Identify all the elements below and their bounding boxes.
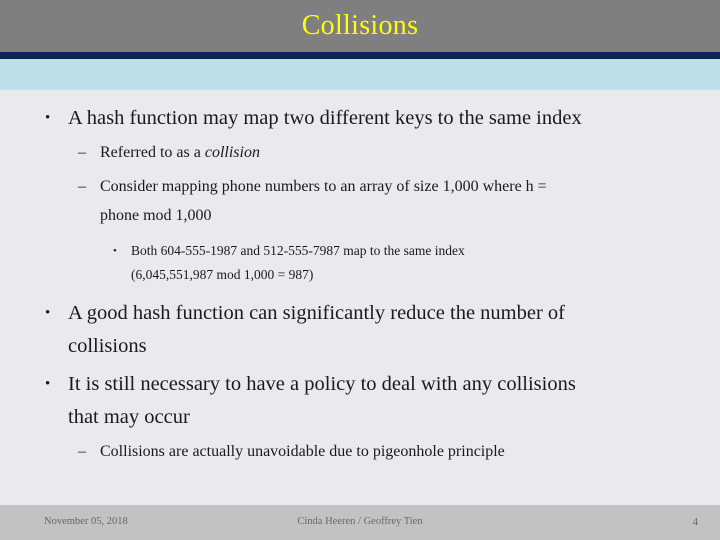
- bullet-text-level2: Referred to as a collision: [100, 142, 260, 164]
- title-divider-rule: [0, 52, 720, 59]
- bullet-text-level1-line2: collisions: [68, 335, 147, 357]
- bullet-text-level1-line1: A good hash function can significantly r…: [68, 302, 565, 324]
- bullet-text-emphasis: collision: [204, 144, 260, 161]
- bullet-marker-level3: •: [113, 245, 117, 257]
- bullet-text-level2-line1: Consider mapping phone numbers to an arr…: [100, 178, 547, 195]
- footer-authors: Cinda Heeren / Geoffrey Tien: [297, 516, 423, 527]
- bullet-text-level3-line1: Both 604-555-1987 and 512-555-7987 map t…: [131, 243, 465, 258]
- bullet-text-plain: Referred to as a: [100, 144, 205, 161]
- bullet-text-level2: Collisions are actually unavoidable due …: [100, 443, 505, 460]
- bullet-marker-level2: –: [78, 443, 86, 460]
- bullet-text-level1-line1: It is still necessary to have a policy t…: [68, 373, 576, 395]
- bullet-text-level2-line2: phone mod 1,000: [100, 207, 212, 224]
- slide-footer: November 05, 2018 Cinda Heeren / Geoffre…: [0, 505, 720, 540]
- footer-page-number: 4: [692, 516, 699, 528]
- bullet-text-level3-line2: (6,045,551,987 mod 1,000 = 987): [131, 267, 314, 282]
- bullet-marker-level1: •: [45, 305, 51, 321]
- slide-body: • A hash function may map two different …: [0, 90, 720, 505]
- page-title: Collisions: [301, 10, 419, 41]
- presentation-slide: Collisions • A hash function may map two…: [0, 0, 720, 540]
- bullet-text-level1-line2: that may occur: [68, 406, 190, 428]
- bullet-marker-level2: –: [78, 144, 86, 161]
- bullet-marker-level1: •: [45, 110, 51, 126]
- bullet-text-level1: A hash function may map two different ke…: [68, 107, 582, 129]
- bullet-marker-level2: –: [78, 178, 86, 195]
- bullet-marker-level1: •: [45, 376, 51, 392]
- accent-band: [0, 59, 720, 90]
